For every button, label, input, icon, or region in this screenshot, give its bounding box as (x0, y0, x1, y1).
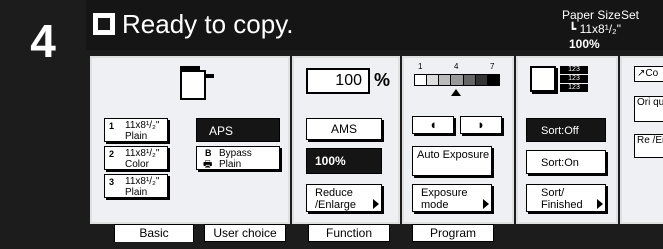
reduce-enlarge-label: Reduce /Enlarge (315, 187, 356, 211)
paper-size-text: 11x8¹/₂" (579, 22, 621, 36)
tray-info: 11x8¹/₂" Plain (125, 176, 160, 198)
exposure-level-marker (451, 89, 461, 96)
tray-info: 11x8¹/₂" Color (125, 148, 160, 170)
right-button-2[interactable]: Ori qua (634, 96, 663, 122)
darker-icon: ◗ (477, 117, 485, 132)
lighter-button[interactable]: ◖ (412, 116, 454, 134)
tab-user-choice[interactable]: User choice (204, 224, 286, 242)
paper-size-label: Paper Size (562, 8, 621, 22)
paper-selection-pane: 1 11x8¹/₂" Plain 2 11x8¹/₂" Color 3 11x8¹/… (90, 56, 290, 224)
arrow-right-icon (597, 199, 603, 209)
paper-orientation-icon: ┗ (569, 22, 577, 36)
tray-number: 1 (109, 121, 115, 131)
bypass-button[interactable]: B 🖶 Bypass Plain (196, 146, 280, 170)
document-icon (93, 13, 115, 35)
tray-number: 2 (109, 149, 115, 159)
reduce-enlarge-button[interactable]: Reduce /Enlarge (306, 184, 382, 212)
sort-finished-button[interactable]: Sort/ Finished (526, 184, 606, 212)
copier-icon (180, 66, 214, 100)
status-text: Ready to copy. (122, 9, 294, 39)
bypass-info: Bypass Plain (219, 148, 252, 170)
set-label: Set (621, 8, 640, 22)
sort-on-button[interactable]: Sort:On (526, 150, 606, 174)
auto-exposure-button[interactable]: Auto Exposure (412, 146, 492, 176)
sort-doc-icon (530, 66, 556, 92)
tab-program[interactable]: Program (412, 224, 494, 242)
exposure-mode-label: Exposure mode (421, 187, 468, 211)
sort-stack-icon: 123 123 123 (560, 66, 588, 92)
ams-button[interactable]: AMS (306, 118, 382, 140)
arrow-right-icon (373, 199, 379, 209)
exposure-pane: 1 4 7 ◖ ◗ Auto Exposure Exposure mode (402, 56, 514, 224)
sort-pane: 123 123 123 Sort:Off Sort:On Sort/ Finis… (516, 56, 618, 224)
exposure-mode-button[interactable]: Exposure mode (412, 184, 492, 212)
tab-function[interactable]: Function (308, 224, 390, 242)
arrow-right-icon (483, 199, 489, 209)
percent-sign: % (374, 70, 391, 90)
sort-off-button[interactable]: Sort:Off (526, 118, 606, 142)
tray-info: 11x8¹/₂" Plain (125, 120, 160, 142)
copier-panel: Ready to copy. Paper Size Set ┗ 11x8¹/₂"… (86, 0, 663, 249)
zoom-value: 100% (569, 37, 600, 51)
bypass-number: B (205, 148, 212, 158)
tray-2-button[interactable]: 2 11x8¹/₂" Color (104, 146, 168, 170)
zoom-100-button[interactable]: 100% (306, 148, 382, 174)
step-number: 4 (0, 0, 86, 249)
zoom-pane: 100 % AMS 100% Reduce /Enlarge (292, 56, 400, 224)
right-button-3[interactable]: Re /En (634, 134, 663, 158)
right-button-1[interactable]: ↗Co (634, 66, 663, 82)
paper-size-value: ┗ 11x8¹/₂" (569, 22, 621, 36)
lighter-icon: ◖ (429, 117, 437, 132)
sort-finished-label: Sort/ Finished (541, 187, 583, 211)
tray-number: 3 (109, 177, 115, 187)
tray-3-button[interactable]: 3 11x8¹/₂" Plain (104, 174, 168, 198)
zoom-display: 100 (306, 68, 370, 94)
bypass-tray-icon: 🖶 (203, 159, 213, 170)
aps-button[interactable]: APS (196, 118, 280, 142)
tab-basic[interactable]: Basic (114, 224, 194, 242)
exposure-scale (414, 74, 500, 86)
darker-button[interactable]: ◗ (460, 116, 502, 134)
tray-1-button[interactable]: 1 11x8¹/₂" Plain (104, 118, 168, 142)
